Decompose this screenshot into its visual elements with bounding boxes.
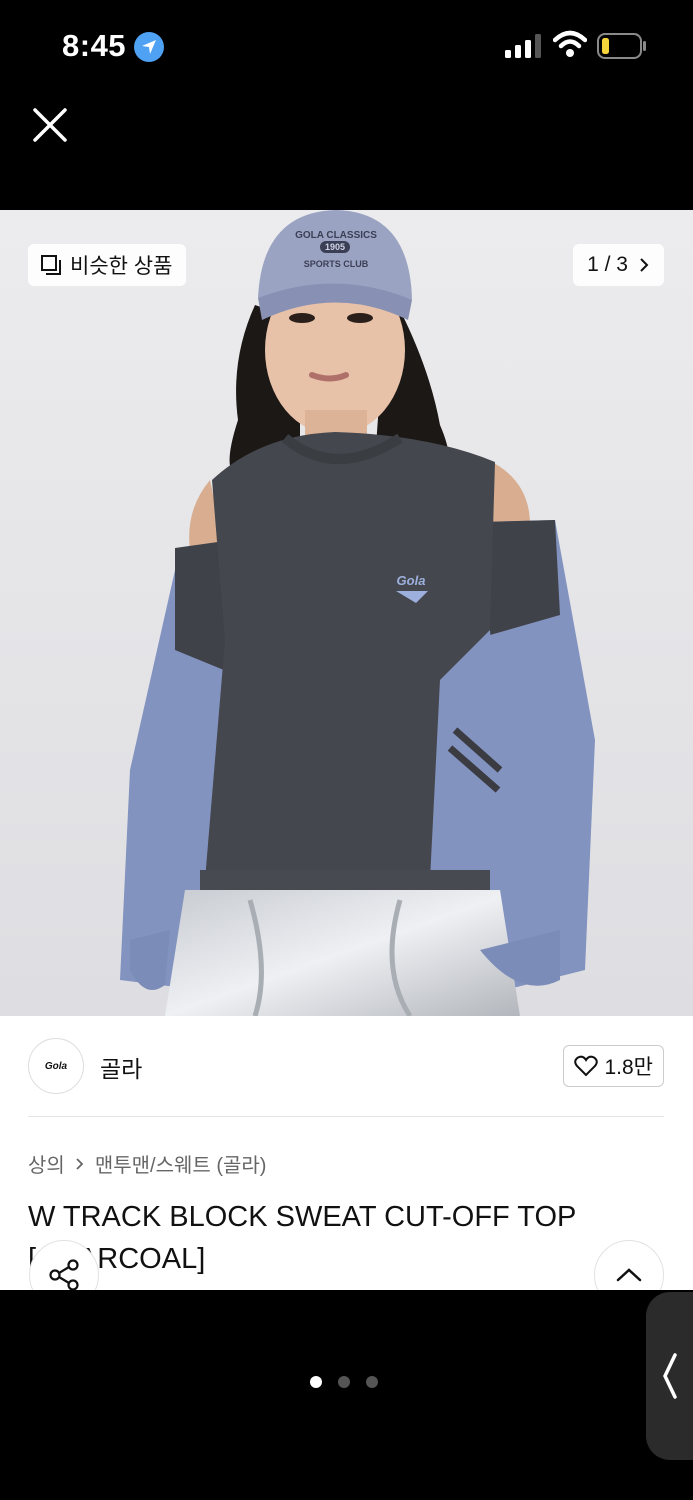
share-icon <box>49 1259 79 1291</box>
like-count: 1.8만 <box>604 1056 653 1079</box>
chevron-right-icon <box>640 258 649 272</box>
divider <box>28 1116 664 1117</box>
breadcrumb: 상의 맨투맨/스웨트 (골라) <box>28 1149 266 1178</box>
page-dot-1[interactable] <box>310 1376 322 1388</box>
brand-logo-text: Gola <box>44 1060 68 1072</box>
close-icon[interactable] <box>30 105 70 145</box>
breadcrumb-separator-icon <box>76 1157 84 1170</box>
brand-name[interactable]: 골라 <box>100 1050 142 1084</box>
status-time: 8:45 <box>62 28 127 63</box>
page-dot-3[interactable] <box>366 1376 378 1388</box>
product-info-card: Gola 골라 1.8만 상의 맨투맨/스웨트 (골라) W TRACK BLO… <box>0 1016 693 1290</box>
product-photo: GOLA CLASSICS 1905 SPORTS CLUB Gola <box>0 210 693 1016</box>
bottom-overlay <box>0 1290 693 1500</box>
chevron-left-icon <box>662 1353 677 1399</box>
similar-products-button[interactable]: 비슷한 상품 <box>28 244 187 286</box>
breadcrumb-category[interactable]: 상의 <box>28 1149 65 1178</box>
location-arrow-icon <box>134 32 164 62</box>
chevron-up-icon <box>616 1268 642 1282</box>
image-pager[interactable]: 1 / 3 <box>573 244 664 286</box>
battery-icon <box>597 33 646 59</box>
page-indicator <box>310 1376 378 1388</box>
cap-text-3: SPORTS CLUB <box>304 259 369 269</box>
wifi-icon <box>553 30 587 57</box>
similar-products-label: 비슷한 상품 <box>70 255 173 278</box>
breadcrumb-subcategory[interactable]: 맨투맨/스웨트 (골라) <box>95 1149 267 1178</box>
side-panel-handle[interactable] <box>646 1292 693 1460</box>
page-dot-2[interactable] <box>338 1376 350 1388</box>
product-image-gallery[interactable]: GOLA CLASSICS 1905 SPORTS CLUB Gola 비슷한 … <box>0 210 693 1016</box>
cellular-signal-icon <box>505 34 541 58</box>
chest-logo-text: Gola <box>397 573 426 588</box>
similar-products-icon <box>41 255 61 275</box>
top-nav <box>0 95 693 210</box>
heart-icon <box>574 1055 599 1077</box>
brand-row[interactable]: Gola 골라 1.8만 <box>28 1038 664 1094</box>
like-button[interactable]: 1.8만 <box>563 1045 664 1087</box>
cap-text-2: 1905 <box>325 242 345 252</box>
status-bar: 8:45 <box>0 0 693 95</box>
product-title: W TRACK BLOCK SWEAT CUT-OFF TOP [CHARCOA… <box>28 1201 576 1275</box>
brand-logo[interactable]: Gola <box>28 1038 84 1094</box>
image-pager-count: 1 / 3 <box>587 253 628 276</box>
cap-text-1: GOLA CLASSICS <box>295 230 377 241</box>
